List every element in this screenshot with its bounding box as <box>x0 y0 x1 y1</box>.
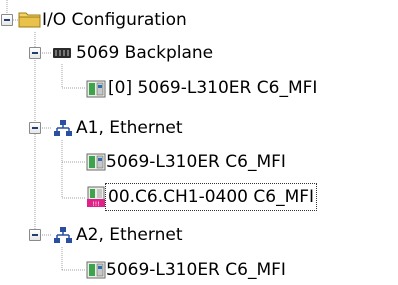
collapse-toggle-a2-ethernet[interactable] <box>29 229 41 241</box>
tree-node-io-configuration[interactable]: I/O Configuration <box>40 7 189 33</box>
network-icon <box>53 118 73 138</box>
tree-node-a2-controller[interactable]: 5069-L310ER C6_MFI <box>104 257 288 283</box>
tree-node-a1-controller[interactable]: 5069-L310ER C6_MFI <box>104 149 288 175</box>
network-icon <box>53 225 73 245</box>
tree-node-a1-ethernet[interactable]: A1, Ethernet <box>74 115 184 141</box>
module-warning-icon: !!! <box>86 186 106 208</box>
collapse-toggle-a1-ethernet[interactable] <box>29 122 41 134</box>
folder-icon <box>18 9 42 29</box>
backplane-icon <box>52 43 72 63</box>
controller-module-icon <box>86 79 106 99</box>
tree-node-backplane-controller[interactable]: [0] 5069-L310ER C6_MFI <box>106 75 319 101</box>
collapse-toggle-io-configuration[interactable] <box>1 14 13 26</box>
tree-node-a1-io-module[interactable]: 00.C6.CH1-0400 C6_MFI <box>104 183 318 211</box>
collapse-toggle-backplane[interactable] <box>29 47 41 59</box>
svg-text:!!!: !!! <box>92 201 99 208</box>
controller-module-icon <box>86 152 106 172</box>
controller-module-icon <box>86 260 106 280</box>
tree-node-backplane[interactable]: 5069 Backplane <box>74 40 215 66</box>
tree-node-a2-ethernet[interactable]: A2, Ethernet <box>74 222 184 248</box>
